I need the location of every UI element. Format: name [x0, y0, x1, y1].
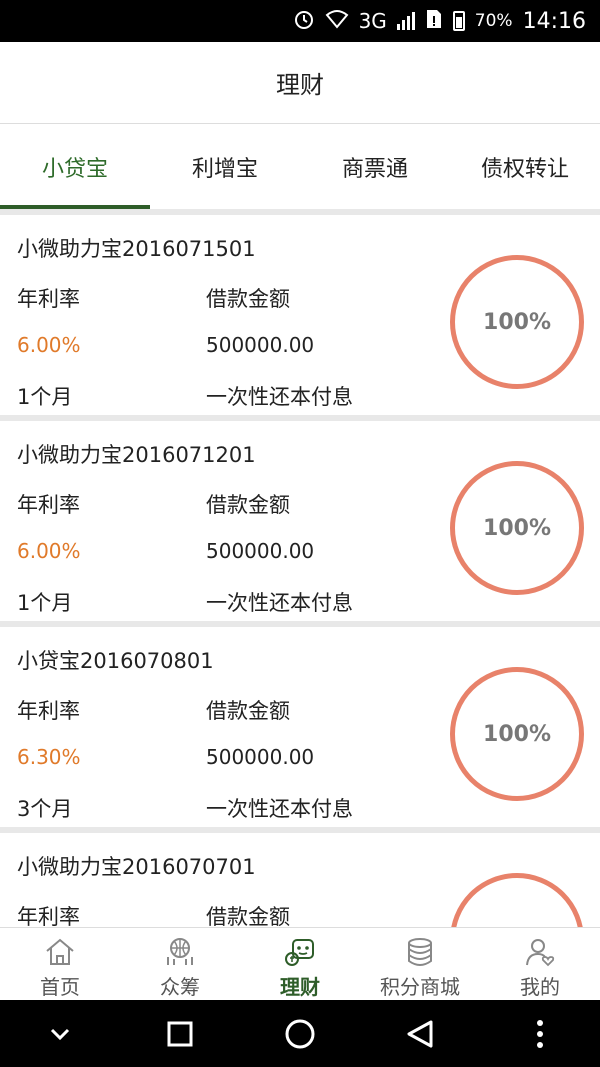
tab-lizengbao[interactable]: 利增宝: [150, 124, 300, 209]
chevron-down-icon[interactable]: [30, 1004, 90, 1064]
sim-alert-icon: [425, 8, 443, 35]
product-name: 小微助力宝2016071501: [17, 237, 256, 261]
nav-points-mall[interactable]: 积分商城: [360, 928, 480, 1000]
loan-amount: 500000.00: [206, 539, 315, 563]
amount-label: 借款金额: [206, 905, 290, 927]
nav-label: 首页: [40, 975, 80, 999]
nav-home[interactable]: 首页: [0, 928, 120, 1000]
rate-label: 年利率: [17, 699, 80, 723]
back-triangle-icon[interactable]: [390, 1004, 450, 1064]
repayment-method: 一次性还本付息: [206, 591, 353, 615]
loan-amount: 500000.00: [206, 745, 315, 769]
tab-xiaodaibao[interactable]: 小贷宝: [0, 124, 150, 209]
signal-icon: [396, 12, 415, 30]
progress-value: 100%: [483, 309, 551, 335]
tab-label: 利增宝: [191, 156, 258, 182]
amount-label: 借款金额: [206, 699, 290, 723]
loan-term: 3个月: [17, 797, 73, 821]
loan-term: 1个月: [17, 591, 73, 615]
finance-icon: [283, 936, 317, 967]
nav-label: 众筹: [160, 975, 200, 999]
rate-label: 年利率: [17, 493, 80, 517]
nav-crowdfunding[interactable]: 众筹: [120, 928, 240, 1000]
category-tabs: 小贷宝 利增宝 商票通 债权转让: [0, 124, 600, 209]
status-bar: 3G 70% 14:16: [0, 0, 600, 42]
home-circle-icon[interactable]: [270, 1004, 330, 1064]
product-card[interactable]: 小微助力宝2016071201 年利率 借款金额 6.00% 500000.00…: [0, 421, 600, 621]
tab-shangpiaotong[interactable]: 商票通: [300, 124, 450, 209]
tab-label: 商票通: [341, 156, 408, 182]
profile-icon: [523, 936, 557, 967]
amount-label: 借款金额: [206, 287, 290, 311]
product-list[interactable]: 小微助力宝2016071501 年利率 借款金额 6.00% 500000.00…: [0, 209, 600, 927]
tab-label: 债权转让: [480, 156, 569, 182]
clock: 14:16: [522, 8, 586, 34]
nav-profile[interactable]: 我的: [480, 928, 600, 1000]
progress-value: 100%: [483, 515, 551, 541]
network-type: 3G: [358, 9, 387, 33]
product-name: 小微助力宝2016070701: [17, 855, 256, 879]
status-icons: 3G 70% 14:16: [293, 0, 586, 42]
product-name: 小贷宝2016070801: [17, 649, 214, 673]
title-bar: 理财: [0, 42, 600, 124]
annual-rate: 6.00%: [17, 539, 81, 563]
more-vert-icon[interactable]: [510, 1004, 570, 1064]
progress-ring: 100%: [450, 667, 584, 801]
loan-term: 1个月: [17, 385, 73, 409]
rate-label: 年利率: [17, 905, 80, 927]
battery-icon: [452, 11, 465, 31]
system-nav-bar: [0, 1000, 600, 1067]
nav-label: 积分商城: [380, 975, 460, 999]
progress-ring: 100%: [450, 461, 584, 595]
repayment-method: 一次性还本付息: [206, 385, 353, 409]
product-card[interactable]: 小贷宝2016070801 年利率 借款金额 6.30% 500000.00 3…: [0, 627, 600, 827]
bottom-nav: 首页 众筹 理财 积分商城 我的: [0, 927, 600, 1000]
alarm-icon: [293, 8, 315, 35]
progress-ring: [450, 873, 584, 927]
coins-icon: [403, 936, 437, 967]
annual-rate: 6.30%: [17, 745, 81, 769]
product-card[interactable]: 小微助力宝2016071501 年利率 借款金额 6.00% 500000.00…: [0, 215, 600, 415]
nav-label: 理财: [280, 975, 320, 999]
progress-ring: 100%: [450, 255, 584, 389]
loan-amount: 500000.00: [206, 333, 315, 357]
battery-level: 70%: [474, 11, 513, 31]
rate-label: 年利率: [17, 287, 80, 311]
amount-label: 借款金额: [206, 493, 290, 517]
crowdfunding-icon: [163, 936, 197, 967]
nav-label: 我的: [520, 975, 560, 999]
nav-finance[interactable]: 理财: [240, 928, 360, 1000]
recents-square-icon[interactable]: [150, 1004, 210, 1064]
annual-rate: 6.00%: [17, 333, 81, 357]
page-title: 理财: [276, 71, 324, 99]
product-card[interactable]: 小微助力宝2016070701 年利率 借款金额: [0, 833, 600, 927]
tab-label: 小贷宝: [41, 156, 108, 182]
progress-value: 100%: [483, 721, 551, 747]
tab-debt-transfer[interactable]: 债权转让: [450, 124, 600, 209]
repayment-method: 一次性还本付息: [206, 797, 353, 821]
home-icon: [43, 936, 77, 967]
product-name: 小微助力宝2016071201: [17, 443, 256, 467]
wifi-icon: [325, 9, 349, 34]
